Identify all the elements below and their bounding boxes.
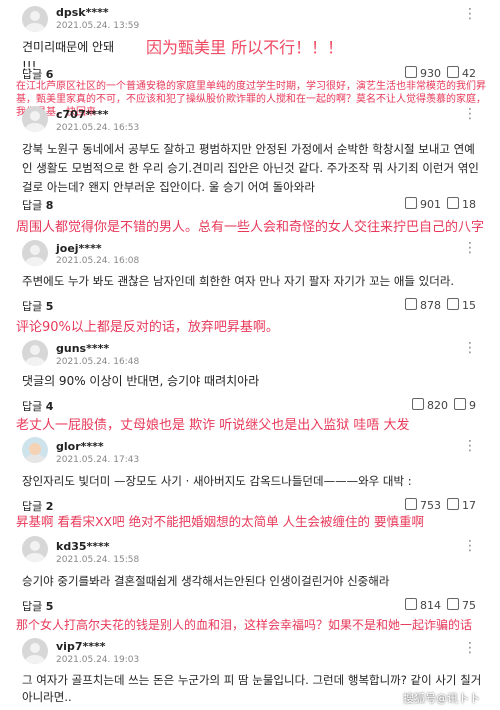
username[interactable]: glor**** xyxy=(56,440,104,453)
username[interactable]: vip7**** xyxy=(56,640,105,653)
comment-text: 승기야 중기를봐라 결혼절때쉽게 생각해서는안된다 인생이걸린거야 신중해라 xyxy=(22,574,390,588)
comment-date: 2021.05.24. 19:03 xyxy=(56,655,140,665)
replies-button[interactable]: 답글 4 xyxy=(22,398,53,414)
more-options-icon[interactable]: ⋮ xyxy=(463,340,477,356)
vote-buttons[interactable]: 901 18 xyxy=(399,197,476,211)
comment-date: 2021.05.24. 15:58 xyxy=(56,555,140,565)
thumbs-down-icon[interactable] xyxy=(447,197,459,209)
avatar[interactable] xyxy=(22,106,48,132)
username[interactable]: dpsk**** xyxy=(56,6,109,19)
thumbs-down-icon[interactable] xyxy=(447,598,459,610)
thumbs-down-icon[interactable] xyxy=(447,66,459,78)
more-options-icon[interactable]: ⋮ xyxy=(463,240,477,256)
replies-button[interactable]: 답글 8 xyxy=(22,197,53,213)
replies-button[interactable]: 답글 5 xyxy=(22,598,53,614)
more-options-icon[interactable]: ⋮ xyxy=(463,438,477,454)
thumbs-down-icon[interactable] xyxy=(447,498,459,510)
thumbs-down-icon[interactable] xyxy=(447,298,459,310)
thumbs-down-icon[interactable] xyxy=(454,398,466,410)
comment-date: 2021.05.24. 16:53 xyxy=(56,123,140,133)
avatar[interactable] xyxy=(22,240,48,266)
comment-date: 2021.05.24. 13:59 xyxy=(56,21,140,31)
username[interactable]: kd35**** xyxy=(56,540,110,553)
avatar[interactable] xyxy=(22,536,48,562)
vote-buttons[interactable]: 820 9 xyxy=(406,398,476,412)
thumbs-up-icon[interactable] xyxy=(405,298,417,310)
translation-annotation: 昇基啊 看看宋XX吧 绝对不能把婚姻想的太简单 人生会被缠住的 要慎重啊 xyxy=(16,514,425,529)
comment-date: 2021.05.24. 16:48 xyxy=(56,357,140,367)
vote-buttons[interactable]: 753 17 xyxy=(399,498,476,512)
vote-buttons[interactable]: 930 42 xyxy=(399,66,476,80)
avatar[interactable] xyxy=(22,638,48,664)
translation-annotation: 老丈人一屁股债，丈母娘也是 欺诈 听说继父也是出入监狱 哇唔 大发 xyxy=(16,418,410,433)
thumbs-up-icon[interactable] xyxy=(405,598,417,610)
comment-date: 2021.05.24. 17:43 xyxy=(56,455,140,465)
comment-text: 강북 노원구 동네에서 공부도 잘하고 평범하지만 안정된 가정에서 순박한 학… xyxy=(22,142,479,194)
thumbs-up-icon[interactable] xyxy=(405,197,417,209)
avatar[interactable] xyxy=(22,437,48,463)
replies-button[interactable]: 답글 5 xyxy=(22,298,53,314)
translation-annotation: 评论90%以上都是反对的话，放弃吧昇基啊。 xyxy=(16,320,279,335)
more-options-icon[interactable]: ⋮ xyxy=(463,106,477,122)
username[interactable]: joej**** xyxy=(56,242,102,255)
translation-annotation: 那个女人打高尔夫花的钱是别人的血和泪，这样会幸福吗？如果不是和她一起诈骗的话 xyxy=(16,618,473,632)
more-options-icon[interactable]: ⋮ xyxy=(463,640,477,656)
replies-button[interactable]: 답글 2 xyxy=(22,498,53,514)
avatar[interactable] xyxy=(22,340,48,366)
comment-text: 댓글의 90% 이상이 반대면, 승기야 때려치아라 xyxy=(22,374,260,388)
username[interactable]: c707**** xyxy=(56,108,109,121)
more-options-icon[interactable]: ⋮ xyxy=(463,538,477,554)
thumbs-up-icon[interactable] xyxy=(412,398,424,410)
translation-annotation: 周围人都觉得你是不错的男人。总有一些人会和奇怪的女人交往来拧巴自己的八字 xyxy=(16,220,485,235)
thumbs-up-icon[interactable] xyxy=(405,498,417,510)
username[interactable]: guns**** xyxy=(56,342,109,355)
more-options-icon[interactable]: ⋮ xyxy=(463,6,477,22)
comment-text: 주변에도 누가 봐도 괜찮은 남자인데 희한한 여자 만나 자기 팔자 자기가 … xyxy=(22,274,455,288)
thumbs-up-icon[interactable] xyxy=(405,66,417,78)
translation-annotation: 因为甄美里 所以不行！！！ xyxy=(146,38,344,57)
vote-buttons[interactable]: 814 75 xyxy=(399,598,476,612)
watermark: 搜狐号@讯卜卜 xyxy=(403,692,480,705)
comment-date: 2021.05.24. 16:08 xyxy=(56,256,140,266)
comment-text: 장인자리도 빛더미 —장모도 사기 · 새아버지도 감옥드나들던데———와우 대… xyxy=(22,474,412,488)
vote-buttons[interactable]: 878 15 xyxy=(399,298,476,312)
avatar[interactable] xyxy=(22,6,48,32)
